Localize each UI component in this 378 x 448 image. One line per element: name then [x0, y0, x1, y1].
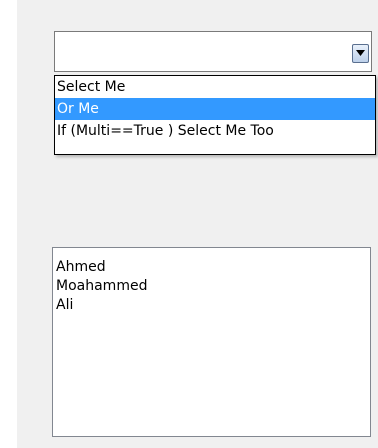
list-item-moahammed[interactable]: Moahammed [53, 277, 370, 296]
dropdown-combobox[interactable] [54, 31, 372, 72]
window-left-edge [0, 0, 17, 448]
names-listbox[interactable]: Ahmed Moahammed Ali [52, 247, 371, 437]
dropdown-list: Select Me Or Me If (Multi==True ) Select… [54, 75, 376, 155]
dropdown-option-select-me-too[interactable]: If (Multi==True ) Select Me Too [55, 120, 375, 142]
list-item-ahmed[interactable]: Ahmed [53, 258, 370, 277]
dropdown-option-or-me[interactable]: Or Me [55, 98, 375, 120]
dropdown-toggle-button[interactable] [352, 44, 369, 63]
list-item-ali[interactable]: Ali [53, 296, 370, 315]
dropdown-option-select-me[interactable]: Select Me [55, 76, 375, 98]
chevron-down-icon [356, 50, 365, 56]
